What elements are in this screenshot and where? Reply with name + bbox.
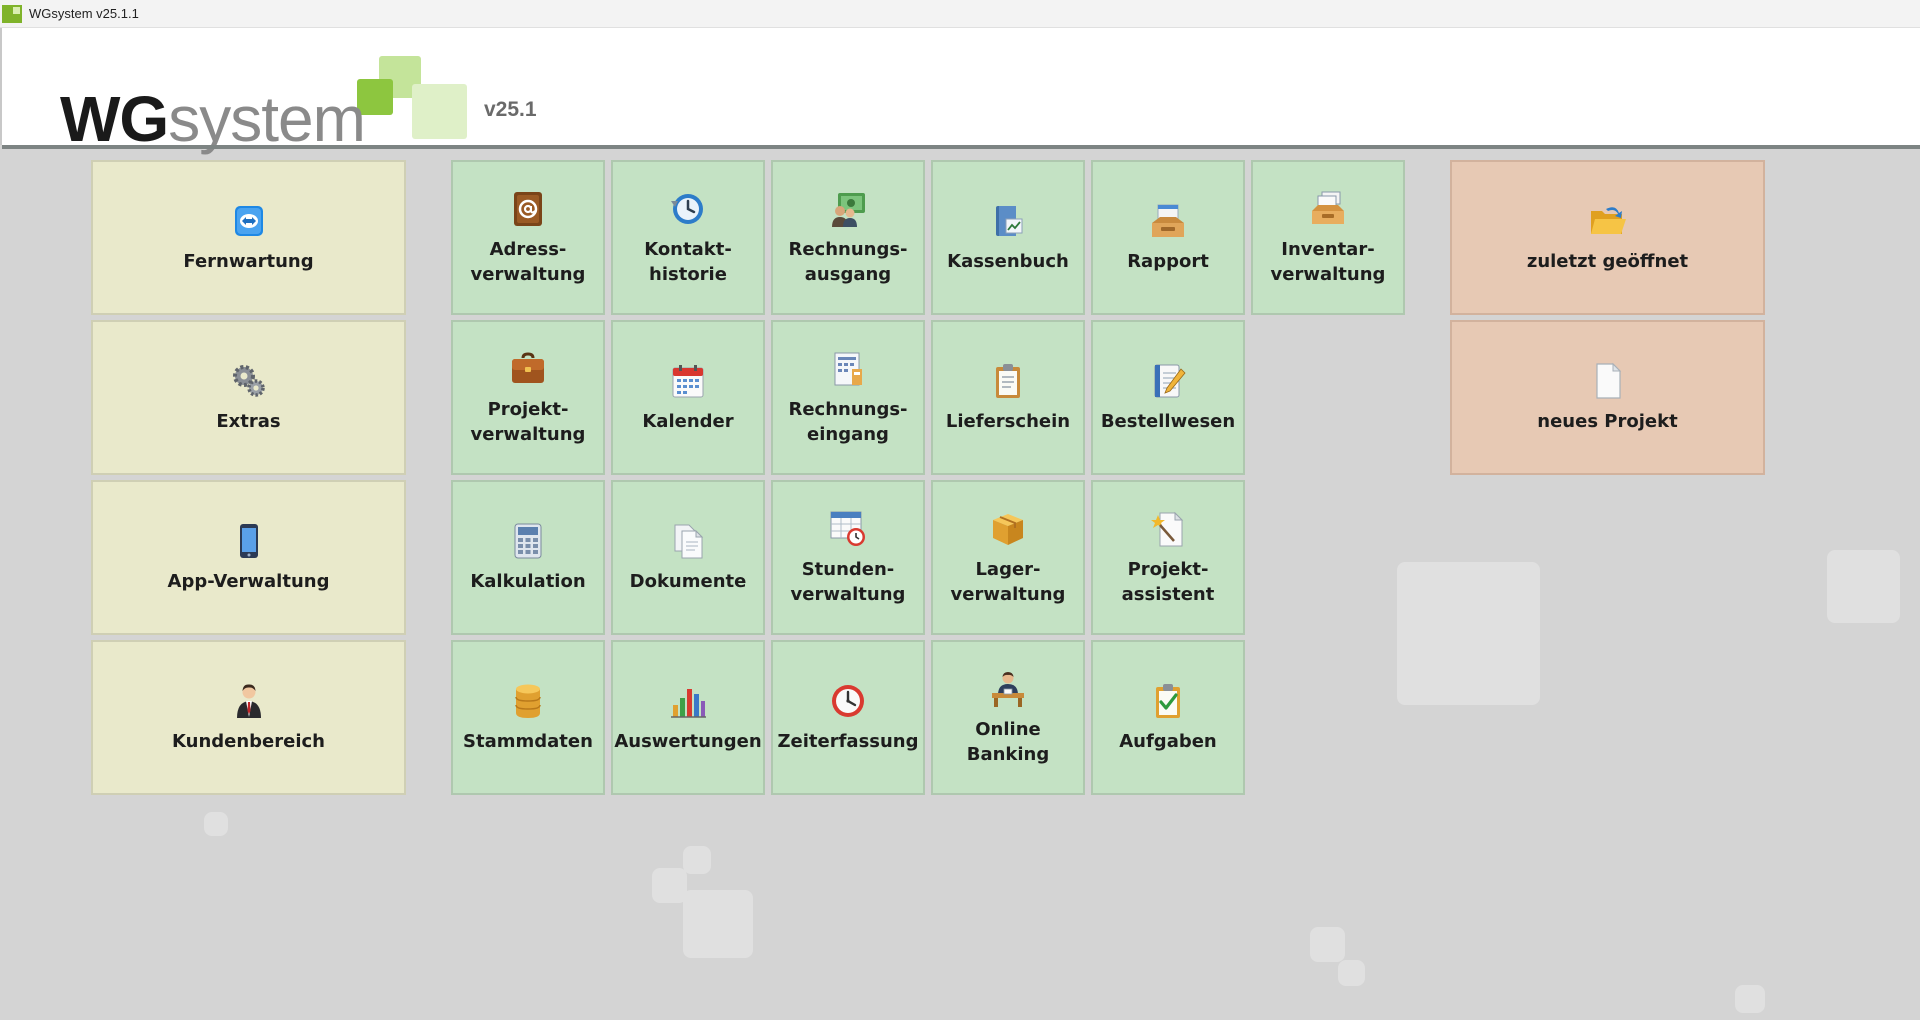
money-icon [832,192,865,227]
tile-kundenbereich[interactable]: Kundenbereich [91,640,406,795]
tile-label: Extras [216,411,281,432]
tile-dokumente[interactable]: Dokumente [611,480,765,635]
tile-label: Aufgaben [1119,731,1217,752]
cash-book-icon [996,206,1023,236]
tile-label: Kalender [642,411,734,432]
bg-square [652,868,687,903]
tile-label: Auswertungen [614,731,762,752]
header: WGsystem v25.1 [0,28,1920,154]
bg-square [204,812,228,836]
tile-label: Stunden- verwaltung [790,558,906,605]
header-divider [2,145,1920,149]
timesheet-icon [830,511,865,546]
tile-label: Rapport [1127,251,1209,272]
tile-label: Fernwartung [183,251,314,272]
tile-extras[interactable]: Extras [91,320,406,475]
tile-label: Kundenbereich [172,731,325,752]
clock-icon [832,685,864,717]
tile-bestellwesen[interactable]: Bestellwesen [1091,320,1245,475]
tile-label: App-Verwaltung [167,571,330,592]
bg-square [1735,985,1765,1013]
box-icon [993,513,1023,545]
bg-square [1397,562,1540,705]
tile-label: Lieferschein [945,411,1071,432]
tile-auswertungen[interactable]: Auswertungen [611,640,765,795]
teamviewer-icon [234,206,263,236]
tile-stundenverwaltung[interactable]: Stunden- verwaltung [771,480,925,635]
address-book-icon [514,191,542,226]
window-titlebar: WGsystem v25.1.1 [0,0,1920,28]
tile-projektassistent[interactable]: Projekt- assistent [1091,480,1245,635]
tile-kontakthistorie[interactable]: Kontakt- historie [611,160,765,315]
invoice-calculator-icon [834,352,862,385]
tile-label: Rechnungs- ausgang [788,238,908,285]
tile-label: Projekt- assistent [1121,558,1215,605]
tile-label: Projekt- verwaltung [470,398,586,445]
bg-square [683,846,711,874]
gears-icon [232,365,265,397]
tile-rechnungsausgang[interactable]: Rechnungs- ausgang [771,160,925,315]
tile-label: Inventar- verwaltung [1270,238,1386,285]
tile-label: zuletzt geöffnet [1526,251,1689,272]
tile-projektverwaltung[interactable]: Projekt- verwaltung [451,320,605,475]
banker-icon [992,671,1024,707]
tile-stammdaten[interactable]: Stammdaten [451,640,605,795]
bar-chart-icon [671,689,706,718]
tile-label: Kassenbuch [947,251,1069,272]
clipboard-icon [996,364,1020,398]
tile-online-banking[interactable]: Online Banking [931,640,1085,795]
tile-aufgaben[interactable]: Aufgaben [1091,640,1245,795]
history-icon [671,193,703,224]
businessman-icon [236,684,261,718]
tile-lagerverwaltung[interactable]: Lager- verwaltung [931,480,1085,635]
tile-label: Zeiterfassung [777,731,919,752]
tile-zeiterfassung[interactable]: Zeiterfassung [771,640,925,795]
tile-kalender[interactable]: Kalender [611,320,765,475]
tile-zuletzt-geoeffnet[interactable]: zuletzt geöffnet [1450,160,1765,315]
tile-label: Dokumente [629,571,747,592]
tile-fernwartung[interactable]: Fernwartung [91,160,406,315]
window-title: WGsystem v25.1.1 [29,6,139,21]
tile-kalkulation[interactable]: Kalkulation [451,480,605,635]
version-label: v25.1 [484,98,537,121]
tile-label: neues Projekt [1537,411,1678,432]
task-check-icon [1156,684,1180,718]
app-icon [2,4,22,23]
documents-icon [674,524,704,559]
database-icon [515,684,541,718]
wgsystem-logo: WGsystem [57,42,477,154]
smartphone-icon [239,524,258,558]
tile-label: Online Banking [966,718,1050,765]
tile-label: Stammdaten [463,731,593,752]
calculator-icon [514,523,542,559]
new-document-icon [1595,362,1621,399]
tile-app-verwaltung[interactable]: App-Verwaltung [91,480,406,635]
tile-label: Bestellwesen [1100,411,1236,432]
open-folder-icon [1590,207,1626,234]
tile-inventarverwaltung[interactable]: Inventar- verwaltung [1251,160,1405,315]
tile-label: Rechnungs- eingang [788,398,908,445]
bg-square [1338,960,1365,986]
wizard-icon [1151,511,1184,546]
report-tray-icon [1152,204,1184,237]
bg-square [1310,927,1345,962]
tile-rechnungseingang[interactable]: Rechnungs- eingang [771,320,925,475]
tile-label: Adress- verwaltung [470,238,586,285]
briefcase-icon [512,351,544,383]
bg-square [1827,550,1900,623]
tile-label: Lager- verwaltung [950,558,1066,605]
tile-label: Kalkulation [470,571,586,592]
tile-lieferschein[interactable]: Lieferschein [931,320,1085,475]
tile-label: Kontakt- historie [644,238,732,285]
tile-kassenbuch[interactable]: Kassenbuch [931,160,1085,315]
calendar-icon [672,365,704,398]
tile-adressverwaltung[interactable]: Adress- verwaltung [451,160,605,315]
bg-square [683,890,753,958]
tile-neues-projekt[interactable]: neues Projekt [1450,320,1765,475]
inventory-icon [1312,191,1344,224]
tile-rapport[interactable]: Rapport [1091,160,1245,315]
notepad-pencil-icon [1154,364,1186,398]
